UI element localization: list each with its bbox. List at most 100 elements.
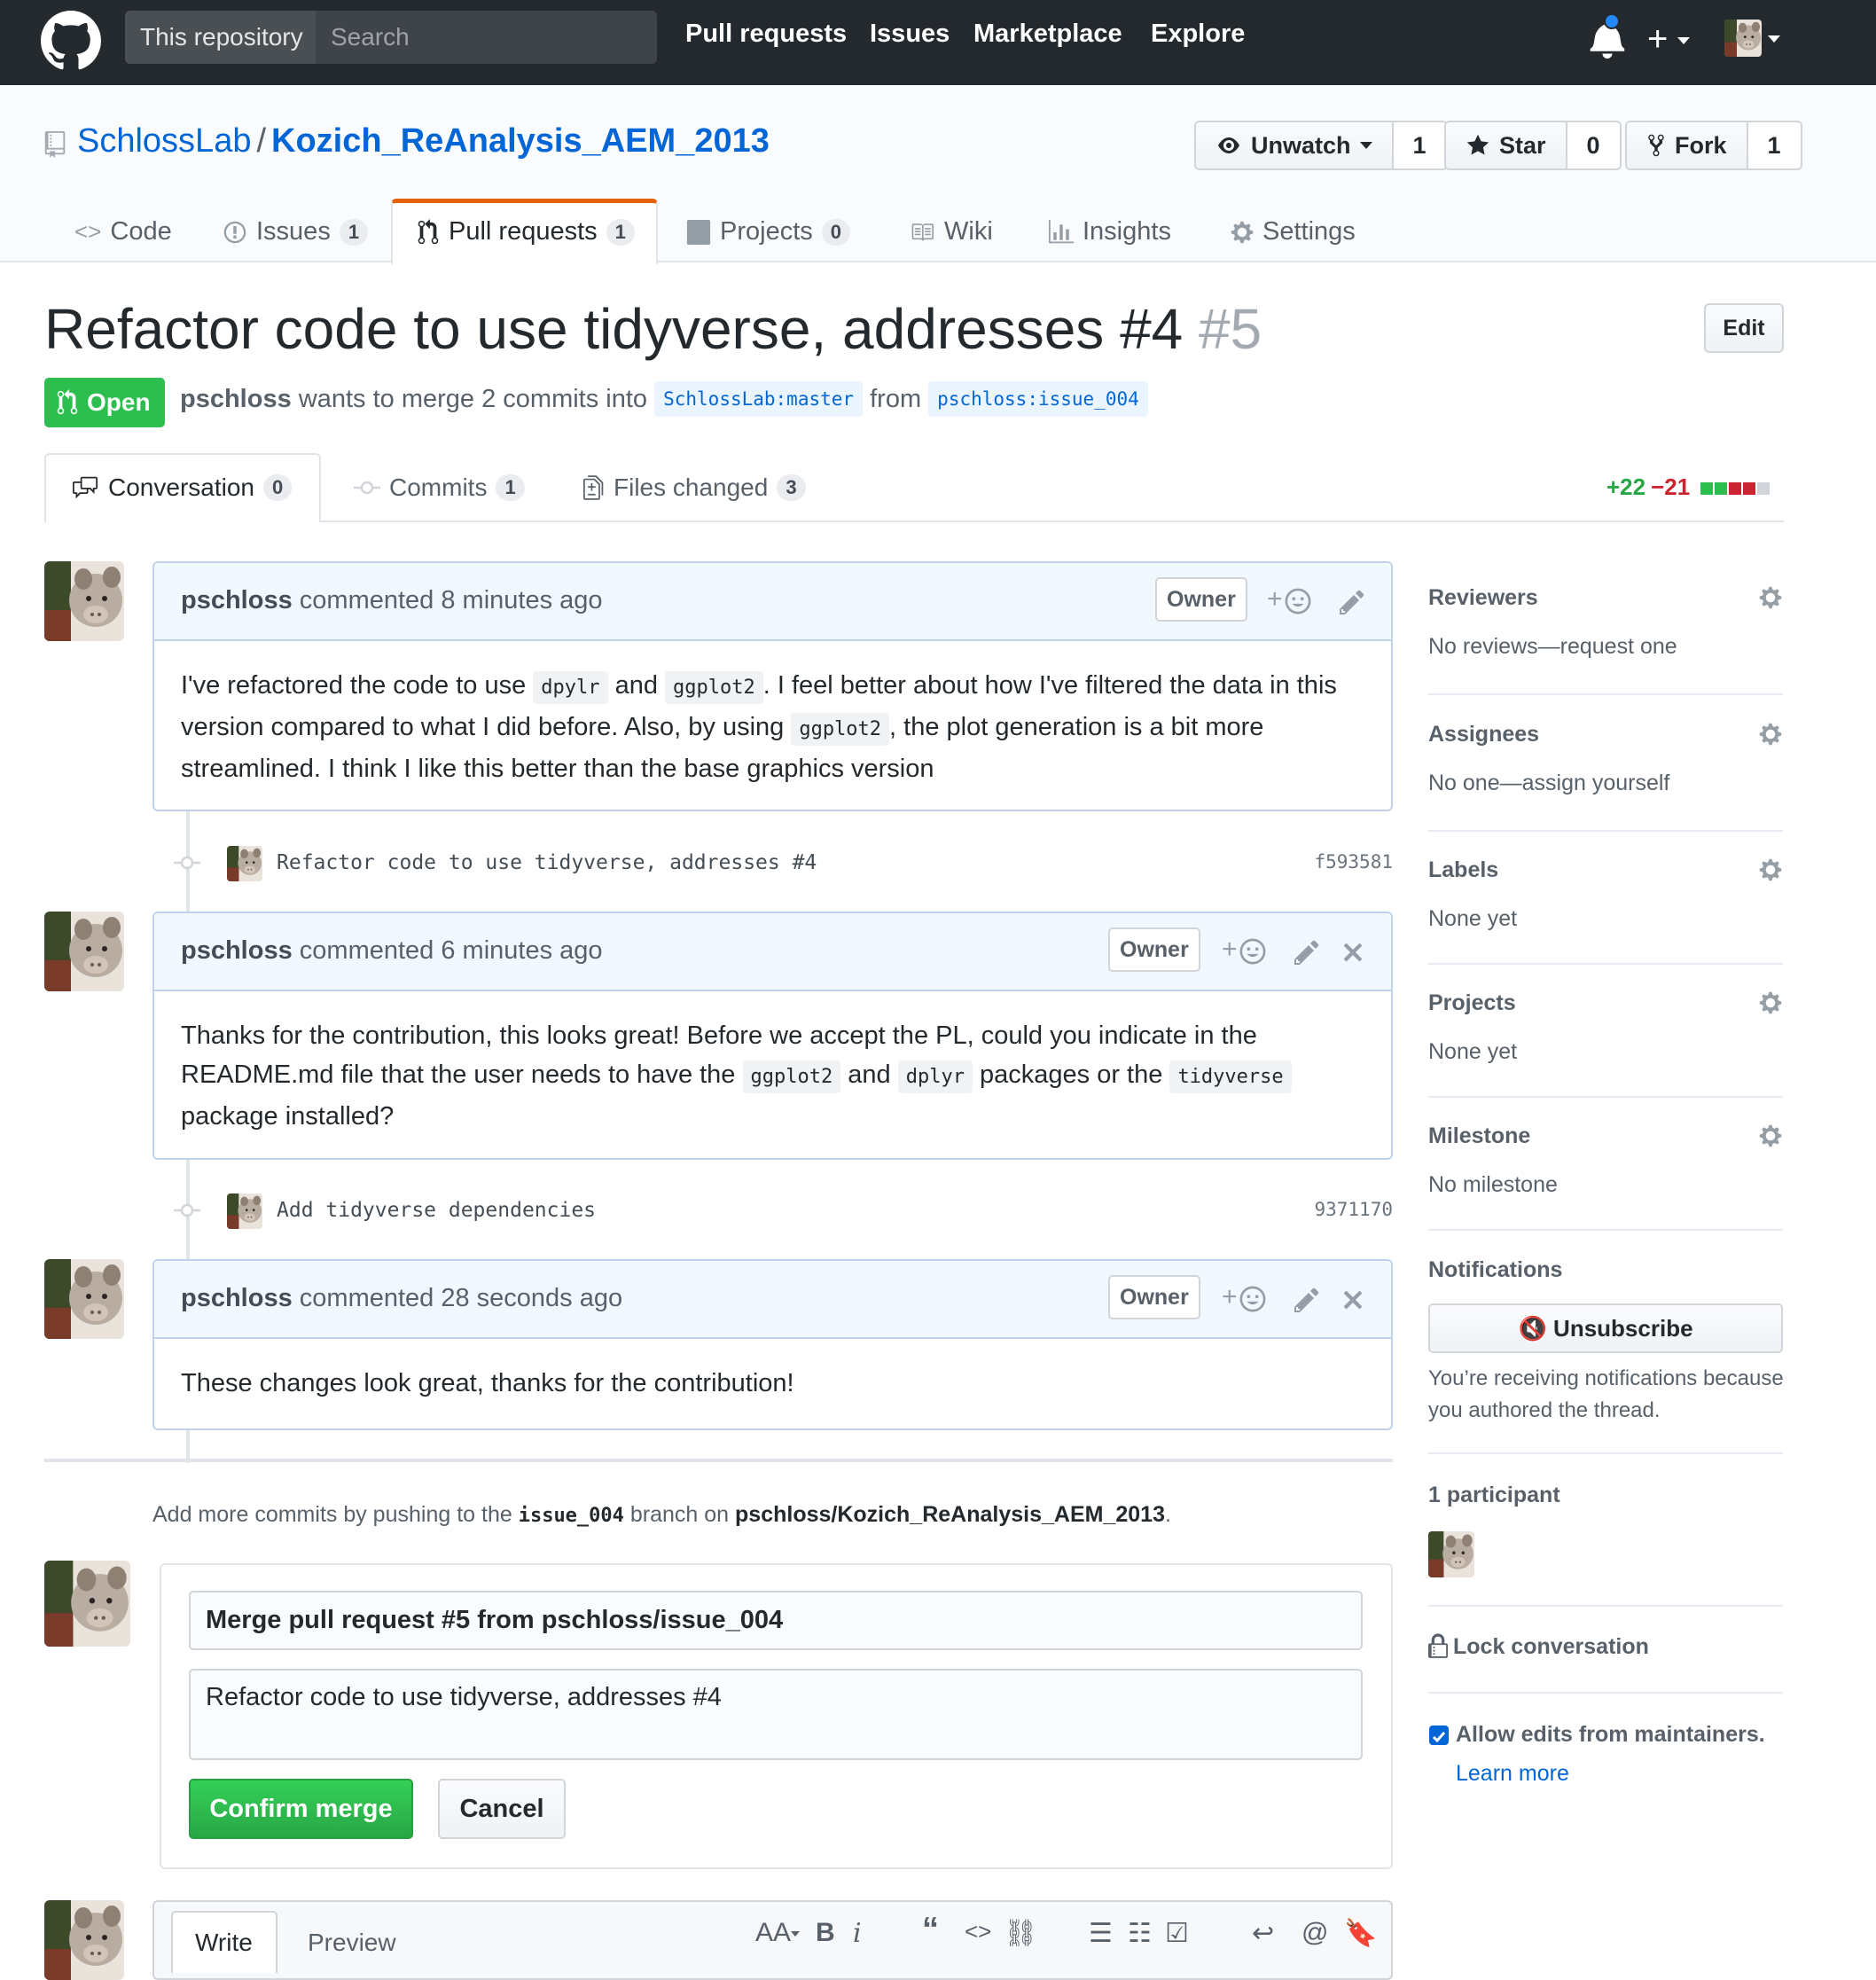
repo-owner-link[interactable]: SchlossLab [77, 122, 251, 160]
nav-pull-requests[interactable]: Pull requests [685, 20, 847, 49]
link-icon[interactable]: ⛓ [1004, 1918, 1037, 1949]
fork-button[interactable]: Fork [1627, 122, 1748, 168]
tab-write[interactable]: Write [195, 1929, 253, 1957]
unsubscribe-button[interactable]: 🔇 Unsubscribe [1428, 1303, 1783, 1353]
mention-icon[interactable]: @ [1301, 1918, 1328, 1948]
commit-message-link[interactable]: Refactor code to use tidyverse, addresse… [277, 851, 817, 874]
merge-message-textarea[interactable]: Refactor code to use tidyverse, addresse… [189, 1669, 1363, 1760]
comment-time[interactable]: commented 8 minutes ago [300, 586, 603, 614]
reponav-insights[interactable]: Insights [1049, 217, 1171, 247]
timeline-commit: Refactor code to use tidyverse, addresse… [174, 841, 1393, 885]
reponav-code[interactable]: <> Code [74, 217, 172, 247]
commit-sha-link[interactable]: f593581 [1314, 851, 1393, 873]
comment-author-link[interactable]: pschloss [181, 1284, 293, 1312]
tab-preview[interactable]: Preview [308, 1929, 396, 1957]
comment-time[interactable]: commented 6 minutes ago [300, 936, 603, 965]
bold-icon[interactable]: B [816, 1918, 835, 1948]
gear-icon[interactable] [1758, 857, 1783, 882]
sidebar-reviewers[interactable]: Reviewers No reviews—request one [1428, 585, 1783, 660]
fork-icon [1648, 134, 1664, 157]
nav-marketplace[interactable]: Marketplace [973, 20, 1122, 49]
edit-title-button[interactable]: Edit [1704, 303, 1784, 353]
comment-time[interactable]: commented 28 seconds ago [300, 1284, 622, 1312]
assignees-value[interactable]: No one—assign yourself [1428, 771, 1783, 796]
allow-edits-checkbox[interactable] [1429, 1726, 1449, 1745]
reviewers-value[interactable]: No reviews—request one [1428, 634, 1783, 660]
commit-sha-link[interactable]: 9371170 [1314, 1199, 1393, 1220]
bookmark-icon[interactable]: 🔖 [1344, 1918, 1377, 1949]
search-input[interactable] [316, 11, 657, 64]
comment-author-link[interactable]: pschloss [181, 936, 293, 965]
sidebar-projects[interactable]: Projects None yet [1428, 990, 1783, 1065]
avatar[interactable] [44, 912, 124, 991]
unread-indicator [1604, 13, 1620, 29]
reponav-wiki[interactable]: Wiki [909, 217, 993, 247]
add-reaction-button[interactable]: + [1267, 584, 1317, 620]
stargazers-count[interactable]: 0 [1567, 122, 1620, 168]
head-branch[interactable]: pschloss:issue_004 [928, 381, 1148, 417]
avatar[interactable] [44, 1900, 124, 1980]
avatar[interactable] [227, 846, 262, 881]
quote-icon[interactable]: “ [922, 1911, 939, 1949]
unordered-list-icon[interactable]: ☰ [1089, 1918, 1113, 1949]
gear-icon[interactable] [1758, 722, 1783, 747]
add-reaction-button[interactable]: + [1222, 1282, 1271, 1318]
pencil-icon[interactable] [1294, 938, 1319, 967]
user-avatar[interactable] [1724, 20, 1762, 57]
base-branch[interactable]: SchlossLab:master [654, 381, 864, 417]
learn-more-link[interactable]: Learn more [1456, 1761, 1569, 1787]
task-list-icon[interactable]: ☑ [1165, 1918, 1189, 1949]
commit-message-link[interactable]: Add tidyverse dependencies [277, 1199, 596, 1222]
italic-icon[interactable]: i [853, 1918, 862, 1949]
comment-author-link[interactable]: pschloss [181, 586, 293, 614]
participant-avatar[interactable] [1428, 1531, 1474, 1577]
forks-count[interactable]: 1 [1747, 122, 1801, 168]
tab-conversation[interactable]: Conversation 0 [71, 473, 293, 502]
nav-issues[interactable]: Issues [870, 20, 950, 49]
nav-explore[interactable]: Explore [1151, 20, 1245, 49]
search-scope-label: This repository [125, 11, 316, 64]
sidebar-labels[interactable]: Labels None yet [1428, 857, 1783, 932]
code-icon[interactable]: <> [965, 1918, 991, 1945]
sidebar-divider [1428, 1452, 1783, 1454]
sidebar-assignees[interactable]: Assignees No one—assign yourself [1428, 722, 1783, 796]
reponav-projects[interactable]: Projects 0 [686, 217, 851, 247]
gear-icon[interactable] [1758, 1123, 1783, 1148]
pencil-icon[interactable] [1294, 1286, 1319, 1314]
gear-icon[interactable] [1758, 990, 1783, 1015]
avatar[interactable] [44, 561, 124, 641]
pr-author-link[interactable]: pschloss [180, 385, 292, 413]
star-label: Star [1499, 132, 1546, 159]
participants-heading: 1 participant [1428, 1483, 1560, 1507]
tab-files-changed[interactable]: Files changed 3 [583, 473, 806, 502]
repo-name-link[interactable]: Kozich_ReAnalysis_AEM_2013 [271, 122, 770, 160]
ordered-list-icon[interactable]: ☷ [1128, 1918, 1152, 1949]
tab-commits[interactable]: Commits 1 [354, 473, 525, 502]
pencil-icon[interactable] [1340, 588, 1364, 616]
allow-edits-label[interactable]: Allow edits from maintainers. [1456, 1722, 1765, 1748]
close-icon[interactable] [1342, 1286, 1364, 1314]
github-logo-icon[interactable] [41, 11, 101, 71]
sidebar-milestone[interactable]: Milestone No milestone [1428, 1123, 1783, 1198]
unwatch-button[interactable]: Unwatch [1196, 122, 1394, 168]
add-reaction-button[interactable]: + [1222, 935, 1271, 970]
confirm-merge-button[interactable]: Confirm merge [189, 1779, 413, 1839]
reponav-pull-requests[interactable]: Pull requests 1 [417, 217, 635, 247]
lock-conversation-link[interactable]: Lock conversation [1428, 1633, 1649, 1660]
create-new-menu[interactable]: + [1647, 18, 1691, 60]
merge-title-input[interactable]: Merge pull request #5 from pschloss/issu… [189, 1591, 1363, 1650]
cancel-button[interactable]: Cancel [438, 1779, 566, 1839]
star-button[interactable]: Star [1446, 122, 1567, 168]
avatar[interactable] [44, 1259, 124, 1339]
watchers-count[interactable]: 1 [1393, 122, 1446, 168]
reponav-settings[interactable]: Settings [1231, 217, 1356, 247]
reply-icon[interactable]: ↩ [1252, 1918, 1274, 1949]
chevron-down-icon[interactable] [1768, 35, 1780, 43]
gear-icon[interactable] [1758, 585, 1783, 610]
avatar[interactable] [44, 1561, 130, 1647]
close-icon[interactable] [1342, 938, 1364, 967]
reponav-issues[interactable]: Issues 1 [223, 217, 369, 247]
text-size-icon[interactable]: AA [755, 1918, 801, 1948]
merge-note-repo-link[interactable]: pschloss/Kozich_ReAnalysis_AEM_2013 [735, 1502, 1165, 1527]
avatar[interactable] [227, 1193, 262, 1229]
